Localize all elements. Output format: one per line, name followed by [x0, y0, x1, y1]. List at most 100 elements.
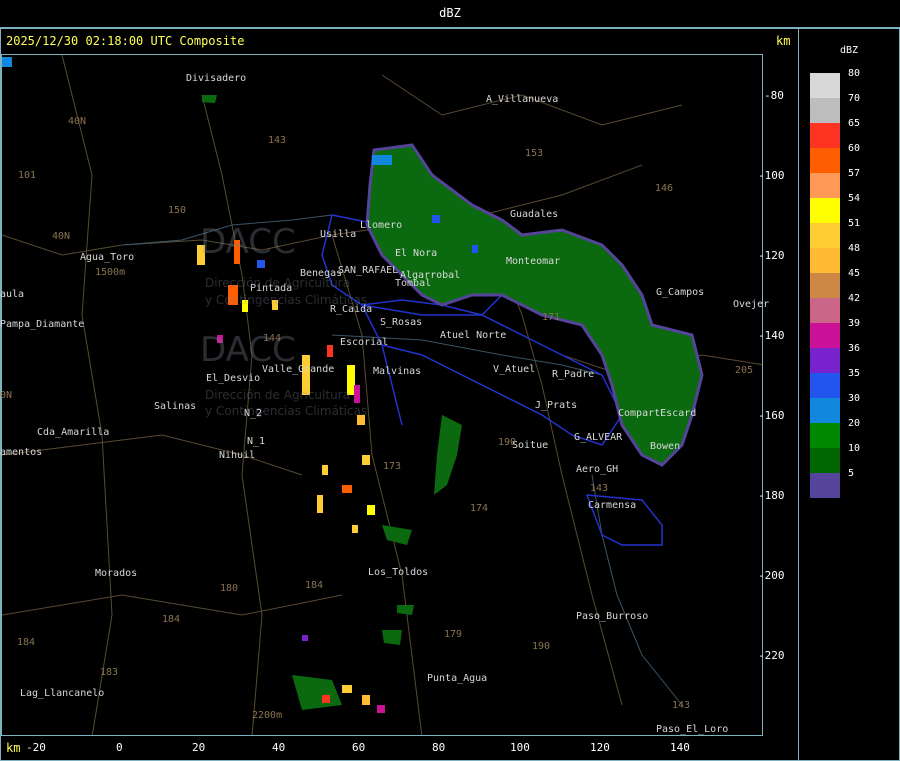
- route-number-label: 146: [655, 183, 674, 194]
- y-tick-label: -160: [758, 409, 785, 422]
- watermark-text: DACC: [200, 330, 296, 370]
- legend-label: 48: [848, 243, 861, 254]
- route-number-label: 173: [383, 461, 402, 472]
- route-number-label: 174: [470, 503, 489, 514]
- place-label: Malvinas: [373, 366, 422, 377]
- legend-label: 45: [848, 268, 861, 279]
- legend-swatch: [810, 123, 840, 148]
- legend-swatch: [810, 348, 840, 373]
- route-number-label: 179: [444, 629, 463, 640]
- legend-label: 5: [848, 468, 855, 479]
- latitude-label: 0N: [0, 390, 13, 401]
- place-label: Los_Toldos: [368, 567, 429, 578]
- route-number-label: 183: [100, 667, 119, 678]
- place-label: Agua_Toro: [80, 252, 135, 263]
- route-number-label: 150: [168, 205, 187, 216]
- legend-label: 80: [848, 68, 861, 79]
- place-label: N_1: [247, 436, 266, 447]
- place-label: Salinas: [154, 401, 197, 412]
- place-label: Soitue: [512, 440, 549, 451]
- legend-swatch: [810, 298, 840, 323]
- place-label: Punta_Agua: [427, 673, 488, 684]
- x-tick-label: 80: [432, 741, 446, 754]
- x-tick-label: 100: [510, 741, 530, 754]
- place-label: Paso_El_Loro: [656, 724, 729, 735]
- y-tick-label: -220: [758, 649, 785, 662]
- legend-label: 39: [848, 318, 861, 329]
- title-bar: dBZ: [0, 0, 900, 28]
- place-label: Cda_Amarilla: [37, 427, 110, 438]
- latitude-label: 40N: [68, 116, 87, 127]
- place-label: G_ALVEAR: [574, 432, 623, 443]
- place-label: R_Padre: [552, 369, 595, 380]
- legend-label: 57: [848, 168, 861, 179]
- legend-swatch: [810, 98, 840, 123]
- place-label: aula: [0, 289, 25, 300]
- watermark-text: y Contingencias Climáticas: [205, 293, 368, 307]
- legend-label: 20: [848, 418, 861, 429]
- y-tick-label: -80: [764, 89, 784, 102]
- place-label: V_Atuel: [493, 364, 536, 375]
- latitude-label: 40N: [52, 231, 71, 242]
- place-label: Aero_GH: [576, 464, 619, 475]
- legend-label: 54: [848, 193, 861, 204]
- place-label: S_Rosas: [380, 317, 423, 328]
- y-tick-label: -200: [758, 569, 785, 582]
- watermark-text: Dirección de Agricultura: [205, 276, 350, 290]
- place-label: Usilla: [320, 229, 357, 240]
- place-label: Bowen: [650, 441, 681, 452]
- legend-swatch: [810, 173, 840, 198]
- legend-title: dBZ: [840, 45, 859, 56]
- y-tick-label: -120: [758, 249, 785, 262]
- place-label: J_Prats: [535, 400, 578, 411]
- place-label: Pampa_Diamante: [0, 319, 85, 330]
- window-title: dBZ: [439, 6, 461, 20]
- route-number-label: 143: [590, 483, 609, 494]
- legend-swatch: [810, 323, 840, 348]
- place-label: Divisadero: [186, 73, 247, 84]
- place-label: Tombal: [395, 278, 432, 289]
- legend-swatch: [810, 448, 840, 473]
- legend-swatch: [810, 248, 840, 273]
- elevation-label: 2200m: [252, 710, 283, 721]
- place-label: El Nora: [395, 248, 438, 259]
- legend-swatch: [810, 148, 840, 173]
- x-tick-label: 0: [116, 741, 123, 754]
- legend-swatch: [810, 373, 840, 398]
- legend-label: 65: [848, 118, 861, 129]
- watermark-text: y Contingencias Climáticas: [205, 404, 368, 418]
- place-label: Guadales: [510, 209, 559, 220]
- place-label: El_Desvio: [206, 373, 261, 384]
- route-number-label: 190: [532, 641, 551, 652]
- place-label: Nihuil: [219, 450, 256, 461]
- legend-label: 51: [848, 218, 861, 229]
- legend-label: 35: [848, 368, 861, 379]
- legend-label: 70: [848, 93, 861, 104]
- legend-swatch: [810, 423, 840, 448]
- place-label: Carmensa: [588, 500, 637, 511]
- route-number-label: 143: [268, 135, 287, 146]
- legend-swatch: [810, 223, 840, 248]
- place-label: Paso_Burroso: [576, 611, 649, 622]
- watermark-text: Dirección de Agricultura: [205, 388, 350, 402]
- radar-map[interactable]: [1, 54, 763, 736]
- place-label: Llomero: [360, 220, 403, 231]
- route-number-label: 101: [18, 170, 37, 181]
- place-label: CompartEscard: [618, 408, 697, 419]
- legend-label: 42: [848, 293, 861, 304]
- route-number-label: 153: [525, 148, 544, 159]
- place-label: A_Villanueva: [486, 94, 559, 105]
- place-label: Morados: [95, 568, 138, 579]
- route-number-label: 180: [220, 583, 239, 594]
- legend-swatch: [810, 273, 840, 298]
- legend-label: 60: [848, 143, 861, 154]
- legend-swatch: [810, 473, 840, 498]
- route-number-label: 205: [735, 365, 754, 376]
- watermark-text: DACC: [200, 222, 296, 262]
- place-label: Ovejer: [733, 299, 770, 310]
- place-label: Escorial: [340, 337, 389, 348]
- x-tick-label: 40: [272, 741, 286, 754]
- legend-swatch: [810, 398, 840, 423]
- x-tick-label: 120: [590, 741, 610, 754]
- route-number-label: 143: [672, 700, 691, 711]
